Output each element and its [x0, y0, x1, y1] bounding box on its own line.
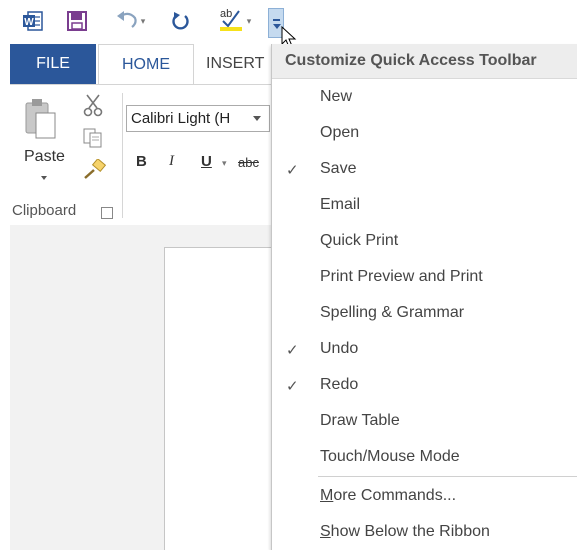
- chevron-down-icon: ▾: [246, 15, 252, 26]
- ribbon-home: Paste Clipboard Calibri Light (H B I U ▾…: [10, 84, 277, 226]
- tab-home[interactable]: HOME: [98, 44, 194, 85]
- menu-item-email[interactable]: Email: [272, 188, 577, 224]
- menu-item-label: Spelling & Grammar: [320, 304, 465, 321]
- menu-item-label: More Commands...: [320, 487, 457, 504]
- svg-text:ab: ab: [220, 8, 232, 20]
- strikethrough-button[interactable]: abc: [238, 155, 259, 170]
- group-divider: [122, 93, 123, 218]
- menu-item-label: Quick Print: [320, 232, 399, 249]
- menu-item-label: Redo: [320, 376, 359, 393]
- paste-icon[interactable]: [24, 97, 58, 146]
- italic-button[interactable]: I: [169, 153, 174, 170]
- menu-item-label: New: [320, 88, 353, 105]
- font-name-value: Calibri Light (H: [131, 110, 231, 127]
- spelling-button[interactable]: ab ▾: [208, 6, 260, 36]
- cut-icon[interactable]: [82, 93, 104, 122]
- menu-item-label: Save: [320, 160, 357, 177]
- menu-separator: [318, 476, 577, 477]
- word-logo-icon[interactable]: W: [20, 6, 46, 36]
- undo-icon: [115, 8, 139, 35]
- chevron-down-icon: ▾: [140, 15, 146, 26]
- menu-item-spelling-grammar[interactable]: Spelling & Grammar: [272, 296, 577, 332]
- save-icon[interactable]: [64, 6, 90, 36]
- menu-item-print-preview[interactable]: Print Preview and Print: [272, 260, 577, 296]
- menu-item-label: Draw Table: [320, 412, 400, 429]
- word-window: W ▾ ab ▾ FILE HOME INSERT Paste Clipboar…: [0, 0, 577, 550]
- quick-access-toolbar: W ▾ ab ▾: [0, 0, 577, 48]
- underline-button[interactable]: U: [201, 153, 212, 170]
- menu-item-label: Undo: [320, 340, 359, 357]
- checkmark-icon: ✓: [286, 342, 299, 359]
- menu-title: Customize Quick Access Toolbar: [285, 52, 537, 69]
- menu-item-label: Print Preview and Print: [320, 268, 483, 285]
- menu-item-label: Email: [320, 196, 361, 213]
- menu-item-label: Touch/Mouse Mode: [320, 448, 460, 465]
- spelling-icon: ab: [217, 6, 245, 37]
- paste-button[interactable]: Paste: [24, 148, 65, 166]
- undo-button[interactable]: ▾: [108, 6, 152, 36]
- chevron-down-icon: [253, 116, 261, 121]
- bold-button[interactable]: B: [136, 153, 147, 170]
- svg-text:W: W: [24, 17, 34, 28]
- font-name-dropdown[interactable]: Calibri Light (H: [126, 105, 270, 132]
- clipboard-dialog-launcher-icon[interactable]: [101, 207, 113, 219]
- paste-dropdown-icon[interactable]: [41, 176, 47, 180]
- checkmark-icon: ✓: [286, 162, 299, 179]
- menu-item-draw-table[interactable]: Draw Table: [272, 404, 577, 440]
- menu-item-save[interactable]: ✓ Save: [272, 152, 577, 188]
- menu-item-touch-mouse-mode[interactable]: Touch/Mouse Mode: [272, 440, 577, 476]
- ribbon-tabs: FILE HOME INSERT: [0, 44, 277, 85]
- menu-item-new[interactable]: New: [272, 80, 577, 116]
- menu-item-quick-print[interactable]: Quick Print: [272, 224, 577, 260]
- menu-item-undo[interactable]: ✓ Undo: [272, 332, 577, 368]
- clipboard-group-label: Clipboard: [12, 202, 77, 219]
- tab-insert[interactable]: INSERT: [206, 44, 276, 84]
- menu-item-show-below-ribbon[interactable]: Show Below the Ribbon: [272, 515, 577, 550]
- tab-file[interactable]: FILE: [10, 44, 96, 84]
- checkmark-icon: ✓: [286, 378, 299, 395]
- customize-qat-menu: Customize Quick Access Toolbar New Open …: [271, 44, 577, 550]
- chevron-down-icon[interactable]: ▾: [222, 158, 227, 169]
- format-painter-icon[interactable]: [82, 158, 108, 186]
- menu-header: Customize Quick Access Toolbar: [272, 44, 577, 79]
- menu-item-label: Show Below the Ribbon: [320, 523, 490, 540]
- copy-icon[interactable]: [82, 127, 104, 154]
- menu-item-more-commands[interactable]: More Commands...: [272, 479, 577, 515]
- menu-item-open[interactable]: Open: [272, 116, 577, 152]
- clipboard-group: Paste Clipboard: [10, 85, 120, 219]
- menu-item-redo[interactable]: ✓ Redo: [272, 368, 577, 404]
- menu-item-label: Open: [320, 124, 360, 141]
- redo-icon[interactable]: [168, 6, 194, 36]
- document-page[interactable]: [164, 247, 278, 550]
